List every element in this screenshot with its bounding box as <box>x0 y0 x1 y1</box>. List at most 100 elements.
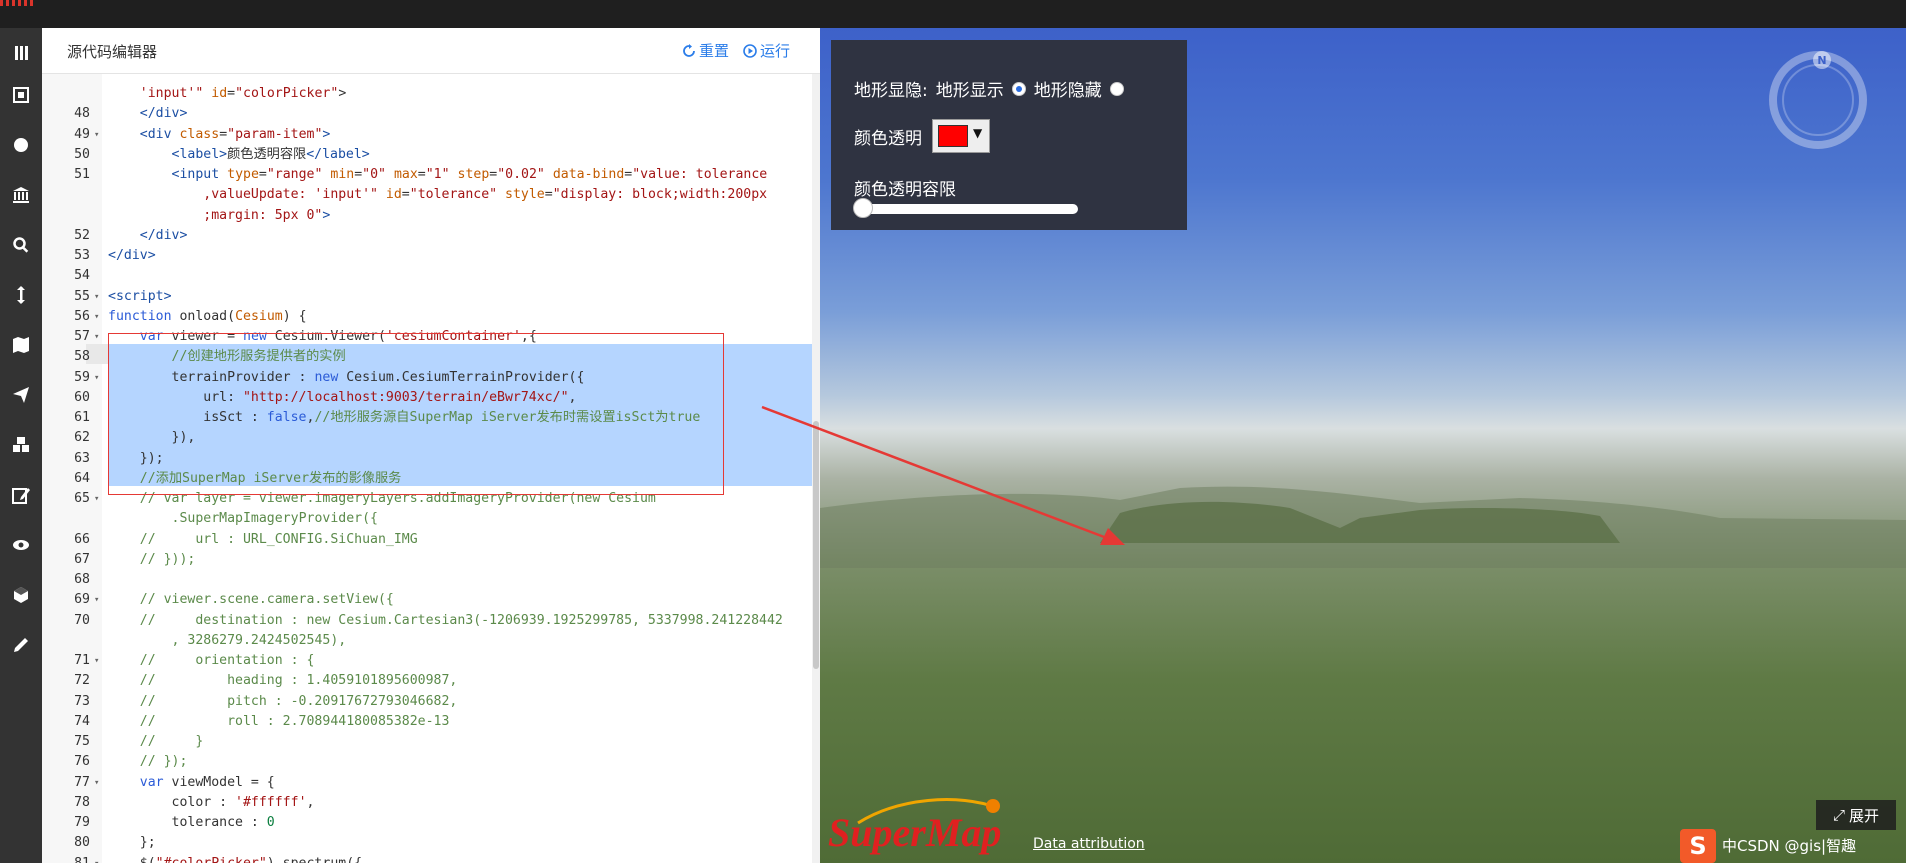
csdn-watermark: S 中CSDN @gis|智趣 <box>1680 828 1906 863</box>
code-text: // pitch : -0.20917672793046682, <box>139 693 458 709</box>
code-line: 54 <box>42 266 820 286</box>
code-line: 70 // destination : new Cesium.Cartesian… <box>42 611 820 631</box>
supermap-logo: SuperMap <box>828 798 1001 855</box>
code-text: ;margin: 5px 0"> <box>203 207 331 223</box>
code-text: // orientation : { <box>139 653 315 668</box>
code-line: 67 // })); <box>42 550 820 570</box>
code-text: </div> <box>139 106 188 122</box>
reset-button[interactable]: 重置 <box>682 40 729 61</box>
expand-button[interactable]: ⤢ 展开 <box>1816 800 1896 830</box>
terrain-show-label: 地形显示 <box>935 81 1004 101</box>
fold-arrow-icon[interactable]: ▾ <box>94 368 99 388</box>
code-text: function onload(Cesium) { <box>108 308 307 324</box>
code-line: ;margin: 5px 0"> <box>42 206 820 226</box>
scene-icon[interactable] <box>0 70 42 120</box>
run-button[interactable]: 运行 <box>743 40 790 61</box>
map-icon[interactable] <box>0 320 42 370</box>
line-number: 72 <box>74 673 90 689</box>
line-number: 73 <box>74 693 90 709</box>
line-number: 50 <box>74 146 90 162</box>
fold-arrow-icon[interactable]: ▾ <box>94 773 99 793</box>
pencil-icon[interactable] <box>0 620 42 670</box>
color-row: 颜色透明 ▼ <box>854 119 990 153</box>
line-number: 60 <box>74 389 90 405</box>
line-number: 79 <box>74 815 90 830</box>
dropdown-caret-icon: ▼ <box>973 126 983 140</box>
line-number: 81 <box>74 855 90 863</box>
layers-icon[interactable] <box>0 420 42 470</box>
edit-icon[interactable] <box>0 470 42 520</box>
line-number: 53 <box>74 248 90 263</box>
fold-arrow-icon[interactable]: ▾ <box>94 327 99 347</box>
code-text: <input type="range" min="0" max="1" step… <box>171 167 768 182</box>
compass-letter: N <box>1817 54 1826 67</box>
map-viewer[interactable]: 地形显隐: 地形显示 地形隐藏 颜色透明 ▼ 颜色透明容限 N SuperMap… <box>820 28 1906 863</box>
fold-arrow-icon[interactable]: ▾ <box>94 287 99 307</box>
code-line: ,valueUpdate: 'input'" id="tolerance" st… <box>42 185 820 205</box>
code-line: 68 <box>42 570 820 590</box>
fold-arrow-icon[interactable]: ▾ <box>94 854 99 863</box>
line-number: 52 <box>74 227 90 243</box>
editor-title: 源代码编辑器 <box>67 43 158 61</box>
code-text: $("#colorPicker").spectrum({ <box>108 855 363 863</box>
code-text: <label>颜色透明容限</label> <box>171 146 370 162</box>
expand-icon: ⤢ <box>1832 806 1845 824</box>
search-icon[interactable] <box>0 220 42 270</box>
code-text: // roll : 2.708944180085382e-13 <box>139 713 450 729</box>
terrain-label: 地形显隐: <box>854 81 928 101</box>
eye-icon[interactable] <box>0 520 42 570</box>
code-line: 56 ▾ function onload(Cesium) { <box>42 307 820 327</box>
terrain-toggle-row: 地形显隐: 地形显示 地形隐藏 <box>854 76 1124 101</box>
terrain-show-radio[interactable] <box>1011 81 1026 96</box>
code-text: // })); <box>139 551 196 567</box>
line-number: 78 <box>74 794 90 810</box>
line-number: 75 <box>74 734 90 749</box>
code-text: // url : URL_CONFIG.SiChuan_IMG <box>139 531 418 547</box>
fold-arrow-icon[interactable]: ▾ <box>94 651 99 671</box>
line-number: 59 <box>74 369 90 385</box>
tolerance-slider-knob[interactable] <box>853 198 873 218</box>
line-number: 70 <box>74 612 90 628</box>
code-text: ,valueUpdate: 'input'" id="tolerance" st… <box>203 187 768 203</box>
code-area[interactable]: 'input'" id="colorPicker"> 48 </div> 49 ▾ <… <box>42 74 820 863</box>
line-number: 63 <box>74 450 90 466</box>
code-text: 'input'" id="colorPicker"> <box>139 86 347 101</box>
code-line: 66 // url : URL_CONFIG.SiChuan_IMG <box>42 530 820 550</box>
code-text: <script> <box>108 288 172 304</box>
line-number: 48 <box>74 106 90 122</box>
line-number: 65 <box>74 491 90 506</box>
code-text: }; <box>108 835 156 851</box>
expand-label: 展开 <box>1849 806 1880 825</box>
terrain-hide-label: 地形隐藏 <box>1033 81 1102 101</box>
code-text: // }); <box>139 754 188 770</box>
terrain-mountains <box>820 486 1906 568</box>
line-number: 80 <box>74 835 90 851</box>
code-line: 75 // } <box>42 732 820 752</box>
color-picker[interactable]: ▼ <box>932 119 990 153</box>
measure-icon[interactable] <box>0 270 42 320</box>
globe-icon[interactable] <box>0 120 42 170</box>
fold-arrow-icon[interactable]: ▾ <box>94 489 99 509</box>
fold-arrow-icon[interactable]: ▾ <box>94 590 99 610</box>
code-line: , 3286279.2424502545), <box>42 631 820 651</box>
code-text: var viewModel = { <box>139 774 275 790</box>
fold-arrow-icon[interactable]: ▾ <box>94 125 99 145</box>
bank-icon[interactable] <box>0 170 42 220</box>
code-editor-panel: 源代码编辑器 重置 运行 'input'" id="colorPicker"> 4… <box>42 28 820 863</box>
compass-icon[interactable]: N <box>1768 50 1868 150</box>
cube-icon[interactable] <box>0 570 42 620</box>
code-line: 74 // roll : 2.708944180085382e-13 <box>42 712 820 732</box>
editor-scrollbar-thumb[interactable] <box>813 421 819 669</box>
code-line: 80 }; <box>42 833 820 853</box>
send-icon[interactable] <box>0 370 42 420</box>
editor-actions: 重置 运行 <box>682 40 790 61</box>
fold-arrow-icon[interactable]: ▾ <box>94 307 99 327</box>
tolerance-slider-track[interactable] <box>856 204 1078 214</box>
line-number: 49 <box>74 126 90 142</box>
code-text: color : '#ffffff', <box>108 794 315 810</box>
line-number: 74 <box>74 713 90 729</box>
line-number: 67 <box>74 551 90 567</box>
code-line: 78 color : '#ffffff', <box>42 793 820 813</box>
terrain-hide-radio[interactable] <box>1109 81 1124 96</box>
data-attribution-link[interactable]: Data attribution <box>1033 836 1145 852</box>
